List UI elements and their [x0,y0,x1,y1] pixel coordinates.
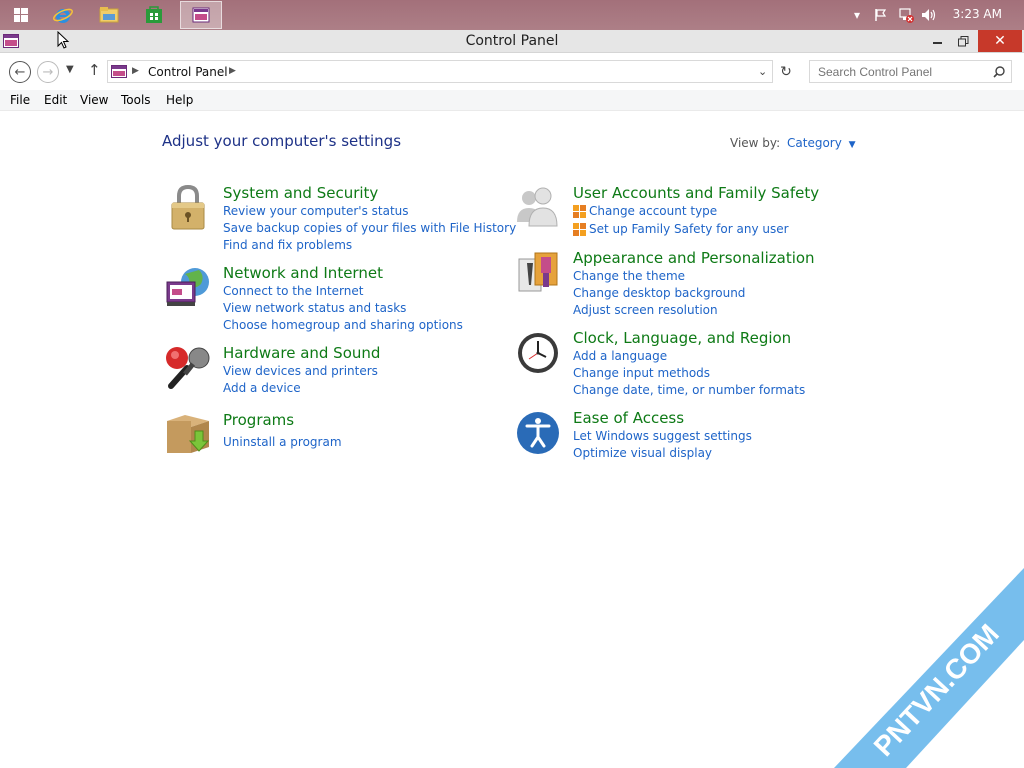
flag-icon [875,9,887,21]
address-dropdown-icon[interactable]: ⌄ [758,65,767,78]
action-center-button[interactable] [872,0,890,30]
arrow-left-icon: ← [14,64,26,80]
accessibility-icon[interactable] [515,409,561,455]
link-add-device[interactable]: Add a device [223,381,301,395]
microphone-icon[interactable] [165,344,211,390]
restore-button[interactable] [950,30,976,52]
taskbar-internet-explorer[interactable] [42,1,84,29]
taskbar-store[interactable] [133,1,175,29]
link-file-history[interactable]: Save backup copies of your files with Fi… [223,221,516,235]
address-bar[interactable]: ▶ Control Panel ▶ ⌄ [107,60,773,83]
caret-down-icon: ▼ [848,140,856,150]
link-devices-printers[interactable]: View devices and printers [223,364,378,378]
clock-icon[interactable] [515,329,561,375]
link-network-status[interactable]: View network status and tasks [223,301,406,315]
search-box[interactable] [809,60,1012,83]
link-find-fix-problems[interactable]: Find and fix problems [223,238,352,252]
refresh-button[interactable]: ↻ [776,62,796,82]
category-title-hardware-sound[interactable]: Hardware and Sound [223,344,380,362]
menu-view[interactable]: View [80,93,108,107]
link-optimize-visual[interactable]: Optimize visual display [573,446,712,460]
windows-start-icon [14,8,28,22]
restore-icon [957,35,968,46]
taskbar-clock[interactable]: 3:23 AM [953,7,1002,21]
link-homegroup[interactable]: Choose homegroup and sharing options [223,318,463,332]
uac-shield-icon [573,223,586,236]
page-heading: Adjust your computer's settings [162,132,402,150]
close-button[interactable]: ✕ [978,30,1022,52]
category-title-appearance[interactable]: Appearance and Personalization [573,249,815,267]
chevron-up-icon: ▾ [853,8,861,22]
view-by-value: Category [787,136,842,150]
category-title-programs[interactable]: Programs [223,411,294,429]
watermark: PNTVN.COM [834,568,1024,768]
volume-button[interactable] [920,0,938,30]
link-input-methods[interactable]: Change input methods [573,366,710,380]
refresh-icon: ↻ [780,64,792,80]
navigation-bar: ← → ▼ ↑ ▶ Control Panel ▶ ⌄ ↻ [0,54,1024,90]
taskbar-control-panel[interactable] [180,1,222,29]
uac-shield-icon [573,205,586,218]
arrow-up-icon: ↑ [88,61,101,79]
control-panel-icon [111,65,127,78]
view-by-dropdown[interactable]: Category ▼ [787,136,856,150]
category-title-network-internet[interactable]: Network and Internet [223,264,383,282]
menu-bar: File Edit View Tools Help [0,90,1024,111]
up-button[interactable]: ↑ [88,61,101,79]
network-disconnected-icon [899,8,914,23]
recent-locations-button[interactable]: ▼ [66,64,74,75]
taskbar: ▾ 3:23 AM [0,0,1024,30]
breadcrumb-chevron-icon[interactable]: ▶ [229,66,236,76]
breadcrumb-separator-icon[interactable]: ▶ [132,66,139,76]
network-status-button[interactable] [896,0,916,30]
minimize-icon [932,42,942,44]
link-uninstall-program[interactable]: Uninstall a program [223,435,342,449]
link-suggest-settings[interactable]: Let Windows suggest settings [573,429,752,443]
file-explorer-icon [99,7,119,23]
category-title-user-accounts[interactable]: User Accounts and Family Safety [573,184,819,202]
network-globe-icon[interactable] [165,264,211,310]
software-box-icon[interactable] [165,411,211,457]
chevron-down-icon: ▼ [66,64,74,75]
search-icon[interactable] [993,66,1005,78]
appearance-icon[interactable] [515,249,561,295]
store-icon [146,6,162,23]
category-title-ease-of-access[interactable]: Ease of Access [573,409,684,427]
menu-tools[interactable]: Tools [121,93,151,107]
menu-edit[interactable]: Edit [44,93,67,107]
link-family-safety[interactable]: Set up Family Safety for any user [589,222,789,236]
link-change-account-type[interactable]: Change account type [589,204,717,218]
forward-button[interactable]: → [37,61,59,83]
link-connect-internet[interactable]: Connect to the Internet [223,284,363,298]
link-date-time-formats[interactable]: Change date, time, or number formats [573,383,805,397]
category-title-system-security[interactable]: System and Security [223,184,378,202]
users-icon[interactable] [515,184,561,230]
window-title: Control Panel [465,33,559,49]
control-panel-icon [192,7,210,23]
link-desktop-background[interactable]: Change desktop background [573,286,745,300]
show-hidden-icons-button[interactable]: ▾ [850,0,864,30]
menu-file[interactable]: File [10,93,30,107]
arrow-right-icon: → [42,64,54,80]
link-review-status[interactable]: Review your computer's status [223,204,409,218]
link-add-language[interactable]: Add a language [573,349,667,363]
link-screen-resolution[interactable]: Adjust screen resolution [573,303,718,317]
close-icon: ✕ [994,33,1006,49]
title-bar: Control Panel ✕ [0,30,1024,53]
padlock-icon[interactable] [165,184,211,230]
watermark-banner: PNTVN.COM [834,568,1024,768]
breadcrumb-control-panel[interactable]: Control Panel [148,65,228,79]
taskbar-file-explorer[interactable] [88,1,130,29]
menu-help[interactable]: Help [166,93,193,107]
start-button[interactable] [0,1,42,29]
link-change-theme[interactable]: Change the theme [573,269,685,283]
search-input[interactable] [816,64,986,80]
watermark-text: PNTVN.COM [868,618,1005,762]
category-title-clock-region[interactable]: Clock, Language, and Region [573,329,791,347]
back-button[interactable]: ← [9,61,31,83]
minimize-button[interactable] [924,30,950,52]
speaker-icon [922,9,936,21]
internet-explorer-icon [53,8,73,23]
view-by-label: View by: [730,136,781,150]
